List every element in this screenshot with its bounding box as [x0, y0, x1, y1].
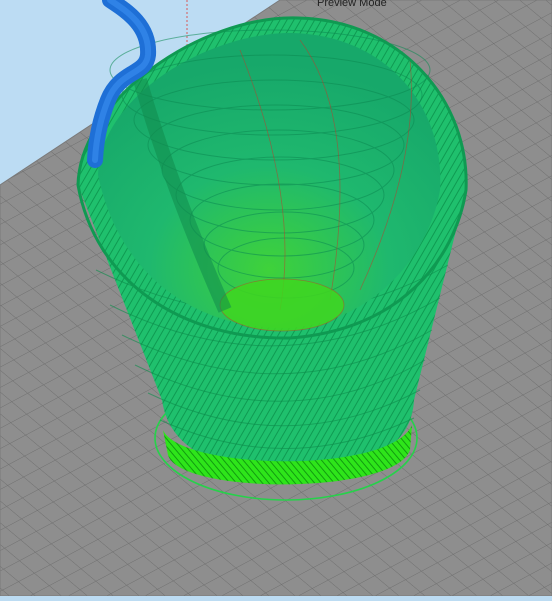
- scene-svg: [0, 0, 552, 597]
- 3d-preview-viewport[interactable]: Preview Mode: [0, 0, 552, 597]
- preview-mode-label: Preview Mode: [317, 0, 387, 9]
